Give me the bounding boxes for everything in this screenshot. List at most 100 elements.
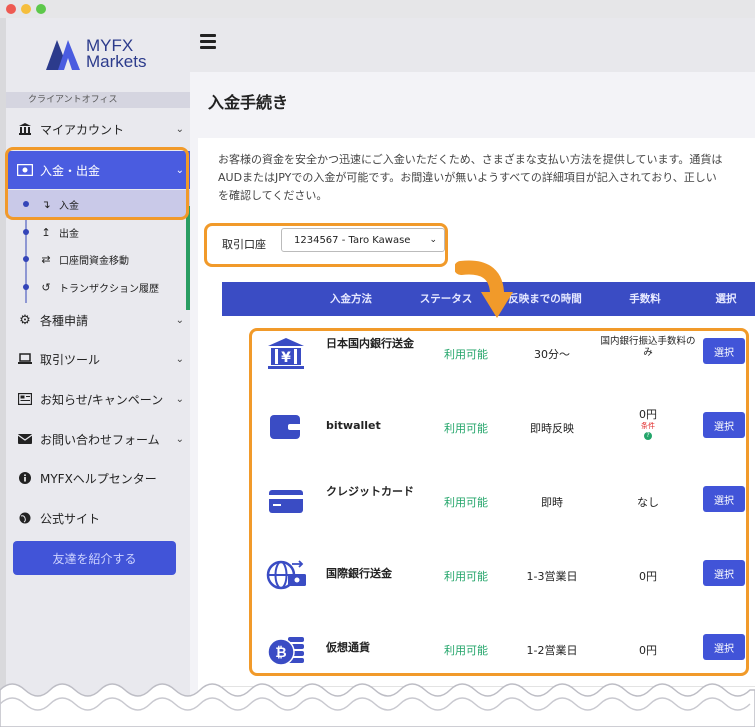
chevron-down-icon: ⌄ xyxy=(175,314,184,326)
arrow-up-icon: ↥ xyxy=(41,225,51,239)
nav-label: 公式サイト xyxy=(40,511,101,526)
status-badge: 利用可能 xyxy=(444,644,488,657)
fee-value: 0円 xyxy=(639,408,657,421)
nav-trading-tools[interactable]: 取引ツール ⌄ xyxy=(6,340,190,378)
method-name: 日本国内銀行送金 xyxy=(326,337,414,350)
nav-official-site[interactable]: 公式サイト xyxy=(6,499,190,537)
bank-yen-icon: ¥ xyxy=(266,336,306,370)
nav-contact[interactable]: お問い合わせフォーム ⌄ xyxy=(6,420,190,458)
torn-edge-decoration xyxy=(0,683,755,727)
nav-label: MYFXヘルプセンター xyxy=(40,471,157,486)
chevron-down-icon: ⌄ xyxy=(175,353,184,365)
globe-icon xyxy=(16,512,34,524)
table-row: クレジットカード 利用可能 即時 なし 選択 xyxy=(222,464,755,539)
nav-label: お知らせ/キャンペーン xyxy=(40,392,164,407)
subnav-label: 入金 xyxy=(59,200,79,212)
hamburger-menu-icon[interactable] xyxy=(200,34,216,49)
logo-mark-icon xyxy=(46,40,80,70)
select-button[interactable]: 選択 xyxy=(703,560,745,586)
fee-cell: 0円 条件 ? xyxy=(600,406,696,440)
bullet xyxy=(23,256,29,262)
nav-my-account[interactable]: マイアカウント ⌄ xyxy=(6,110,190,148)
globe-transfer-icon xyxy=(266,558,306,592)
question-icon[interactable]: ? xyxy=(644,432,652,440)
select-button[interactable]: 選択 xyxy=(703,338,745,364)
chevron-down-icon: ⌄ xyxy=(429,235,437,245)
transfer-icon: ⇄ xyxy=(41,252,51,266)
subnav-label: トランザクション履歴 xyxy=(59,283,159,295)
history-icon: ↺ xyxy=(41,280,51,294)
bullet xyxy=(23,229,29,235)
main-content: 入金手続き お客様の資金を安全かつ迅速にご入金いただくため、さまざまな支払い方法… xyxy=(190,72,755,727)
nav-news[interactable]: お知らせ/キャンペーン ⌄ xyxy=(6,380,190,418)
th-select: 選択 xyxy=(715,293,737,305)
intro-text: お客様の資金を安全かつ迅速にご入金いただくため、さまざまな支払い方法を提供してい… xyxy=(218,151,755,205)
account-select-value: 1234567 - Taro Kawase xyxy=(294,234,411,246)
svg-text:¥: ¥ xyxy=(281,350,291,366)
subnav-withdraw[interactable]: ↥ 出金 xyxy=(6,218,190,246)
app: MYFX Markets クライアントオフィス マイアカウント ⌄ 入金・出金 … xyxy=(6,18,755,727)
fee-value: 国内銀行振込手数料のみ xyxy=(600,336,696,358)
bank-icon xyxy=(16,122,34,136)
fee-value: なし xyxy=(637,496,659,509)
status-badge: 利用可能 xyxy=(444,496,488,509)
page-title: 入金手続き xyxy=(208,93,289,112)
nav-label: 各種申請 xyxy=(40,313,89,328)
arrow-pointer-icon xyxy=(455,260,513,318)
chevron-down-icon: ⌄ xyxy=(175,164,184,176)
nav-applications[interactable]: ⚙ 各種申請 ⌄ xyxy=(6,301,190,339)
subnav-label: 口座間資金移動 xyxy=(59,255,129,267)
nav-deposit-withdraw[interactable]: 入金・出金 ⌄ xyxy=(6,151,190,189)
money-icon xyxy=(16,164,34,176)
credit-card-icon xyxy=(266,484,306,518)
envelope-icon xyxy=(16,434,34,444)
laptop-icon xyxy=(16,353,34,365)
minimize-window-button[interactable] xyxy=(21,4,31,14)
subnav-deposit[interactable]: ↴ 入金 xyxy=(6,190,190,218)
bullet xyxy=(23,201,29,207)
time-value: 1-3営業日 xyxy=(526,570,578,583)
time-value: 即時 xyxy=(541,496,563,509)
top-bar xyxy=(190,18,755,72)
subnav-label: 出金 xyxy=(59,228,79,240)
zoom-window-button[interactable] xyxy=(36,4,46,14)
intro-line: を確認してください。 xyxy=(218,189,328,202)
intro-line: AUDまたはJPYでの入金が可能です。お間違いが無いようすべての詳細項目が記入さ… xyxy=(218,171,717,184)
refer-friend-button[interactable]: 友達を紹介する xyxy=(13,541,176,575)
intro-line: お客様の資金を安全かつ迅速にご入金いただくため、さまざまな支払い方法を提供してい… xyxy=(218,153,723,166)
method-name: 国際銀行送金 xyxy=(326,567,392,580)
myfx-logo[interactable]: MYFX Markets xyxy=(44,36,164,76)
select-button[interactable]: 選択 xyxy=(703,412,745,438)
condition-link[interactable]: 条件 xyxy=(600,422,696,431)
nav-label: 入金・出金 xyxy=(40,163,101,178)
select-button[interactable]: 選択 xyxy=(703,634,745,660)
status-badge: 利用可能 xyxy=(444,348,488,361)
bitcoin-icon: ₿ xyxy=(266,632,306,666)
select-button[interactable]: 選択 xyxy=(703,486,745,512)
gears-icon: ⚙ xyxy=(19,312,31,328)
time-value: 即時反映 xyxy=(530,422,574,435)
sidebar: MYFX Markets クライアントオフィス マイアカウント ⌄ 入金・出金 … xyxy=(6,18,190,727)
th-fee: 手数料 xyxy=(629,293,661,305)
nav-label: 取引ツール xyxy=(40,352,101,367)
subnav-transfer[interactable]: ⇄ 口座間資金移動 xyxy=(6,245,190,273)
deposit-card: お客様の資金を安全かつ迅速にご入金いただくため、さまざまな支払い方法を提供してい… xyxy=(198,138,755,727)
close-window-button[interactable] xyxy=(6,4,16,14)
nav-help-center[interactable]: MYFXヘルプセンター xyxy=(6,459,190,497)
method-name: クレジットカード xyxy=(326,485,414,498)
method-name: 仮想通貨 xyxy=(326,641,370,654)
fee-value: 0円 xyxy=(639,644,657,657)
account-label: 取引口座 xyxy=(222,238,266,251)
nav-label: お問い合わせフォーム xyxy=(40,432,160,447)
section-label: クライアントオフィス xyxy=(6,92,190,108)
subnav-history[interactable]: ↺ トランザクション履歴 xyxy=(6,273,190,301)
nav-label: マイアカウント xyxy=(40,122,125,137)
browser-window: MYFX Markets クライアントオフィス マイアカウント ⌄ 入金・出金 … xyxy=(0,0,755,727)
svg-text:₿: ₿ xyxy=(275,645,286,661)
table-row: ¥ 日本国内銀行送金 利用可能 30分〜 国内銀行振込手数料のみ 選択 xyxy=(222,316,755,391)
table-row: 国際銀行送金 利用可能 1-3営業日 0円 選択 xyxy=(222,538,755,613)
title-bar xyxy=(0,0,755,18)
account-select[interactable]: 1234567 - Taro Kawase ⌄ xyxy=(281,228,445,252)
newspaper-icon xyxy=(16,393,34,405)
wallet-icon xyxy=(266,410,306,444)
